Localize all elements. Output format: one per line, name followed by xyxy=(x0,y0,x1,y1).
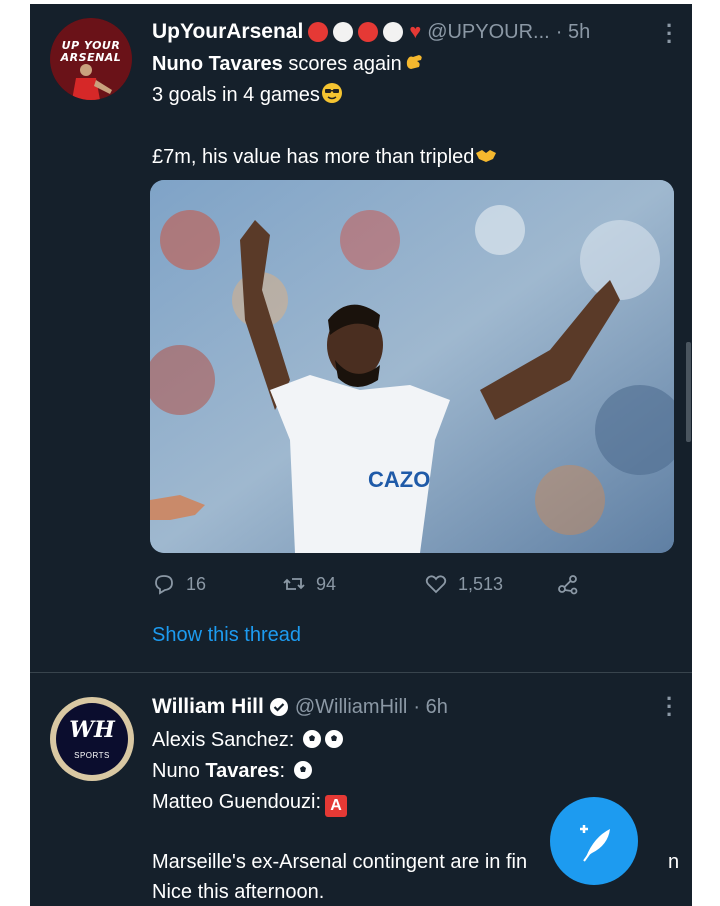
feather-plus-icon xyxy=(580,825,610,862)
reply-icon xyxy=(155,575,173,595)
more-options-icon[interactable]: · · · xyxy=(666,15,673,53)
like-button[interactable]: 1,513 xyxy=(424,572,503,596)
timestamp[interactable]: · 5h xyxy=(556,21,590,44)
red-heart-icon: ♥ xyxy=(409,20,422,43)
retweet-count: 94 xyxy=(316,573,337,594)
retweet-button[interactable]: 94 xyxy=(282,572,336,596)
more-options-icon[interactable]: · · · xyxy=(666,688,673,726)
like-count: 1,513 xyxy=(458,573,504,594)
tweet-text-line: Alexis Sanchez: xyxy=(152,725,344,755)
a-button-emoji: A xyxy=(325,795,347,817)
tweet-text-line: 3 goals in 4 games xyxy=(152,80,343,110)
text: Marseille's ex-Arsenal contingent are in… xyxy=(152,851,528,873)
avatar-sub-text: SPORTS xyxy=(74,751,110,760)
call-me-hand-icon xyxy=(406,55,422,69)
timestamp[interactable]: · 6h xyxy=(413,696,447,719)
soccer-ball-icon xyxy=(293,761,312,779)
handle[interactable]: @UPYOUR... xyxy=(427,21,550,44)
tweet-upyourarsenal[interactable]: UP YOUR ARSENAL UpYourArsenal ♥ @UPYOUR.… xyxy=(30,4,692,673)
tweet-text-line: Nice this afternoon. xyxy=(152,877,324,906)
reply-button[interactable]: 16 xyxy=(152,572,206,596)
text: Nuno xyxy=(152,760,206,782)
verified-badge-icon xyxy=(269,698,288,716)
text: Alexis Sanchez: xyxy=(152,729,295,751)
avatar[interactable]: UP YOUR ARSENAL xyxy=(50,18,132,100)
handle[interactable]: @WilliamHill xyxy=(295,696,408,719)
text: Nice this afternoon. xyxy=(152,881,325,903)
timeline: UP YOUR ARSENAL UpYourArsenal ♥ @UPYOUR.… xyxy=(30,4,692,906)
tweet-text-line: Matteo Guendouzi: A xyxy=(152,787,347,817)
text: 3 goals in 4 games xyxy=(152,84,320,106)
show-thread-link[interactable]: Show this thread xyxy=(152,624,301,647)
display-name[interactable]: William Hill xyxy=(152,695,264,719)
share-icon xyxy=(558,575,578,595)
tweet-text-line: Marseille's ex-Arsenal contingent are in… xyxy=(152,847,679,877)
red-circle-icon xyxy=(358,22,379,42)
text: £7m, his value has more than tripled xyxy=(152,146,475,168)
tweet-header: UpYourArsenal ♥ @UPYOUR... · 5h xyxy=(152,18,590,46)
bold-text: Nuno Tavares xyxy=(152,53,283,75)
avatar[interactable]: WH SPORTS xyxy=(50,697,134,781)
avatar-logo-text: UP YOUR ARSENAL xyxy=(60,39,122,64)
jersey-sponsor-text: CAZO xyxy=(368,467,430,492)
bold-text: Tavares xyxy=(205,760,280,782)
soccer-ball-icon xyxy=(302,730,321,748)
tweet-text-line: £7m, his value has more than tripled xyxy=(152,142,497,172)
soccer-ball-icon xyxy=(324,730,343,748)
text: n xyxy=(668,851,680,873)
share-button[interactable] xyxy=(556,572,590,596)
handshake-icon xyxy=(476,150,497,162)
tweet-header: William Hill @WilliamHill · 6h xyxy=(152,693,448,721)
red-circle-icon xyxy=(308,22,329,42)
tweet-text-line: Nuno Tavares: xyxy=(152,756,313,786)
reply-count: 16 xyxy=(186,573,207,594)
heart-outline-icon xyxy=(425,575,447,594)
avatar-badge: WH SPORTS xyxy=(56,703,128,775)
white-circle-icon xyxy=(383,22,404,42)
tweet-text-line: Nuno Tavares scores again xyxy=(152,49,425,79)
player-celebrating-photo: CAZO xyxy=(150,180,674,553)
tweet-actions: 16 94 1,513 xyxy=(152,572,672,600)
text: scores again xyxy=(282,53,402,75)
compose-tweet-button[interactable] xyxy=(550,797,638,885)
scrollbar-thumb[interactable] xyxy=(686,342,691,442)
avatar-logo-text: WH xyxy=(69,717,115,743)
retweet-icon xyxy=(283,578,305,590)
text: : xyxy=(279,760,286,782)
tweet-media-photo[interactable]: CAZO xyxy=(150,180,674,553)
white-circle-icon xyxy=(333,22,354,42)
sunglasses-face-icon xyxy=(321,83,342,103)
text: Matteo Guendouzi: xyxy=(152,791,321,813)
display-name[interactable]: UpYourArsenal xyxy=(152,20,303,44)
